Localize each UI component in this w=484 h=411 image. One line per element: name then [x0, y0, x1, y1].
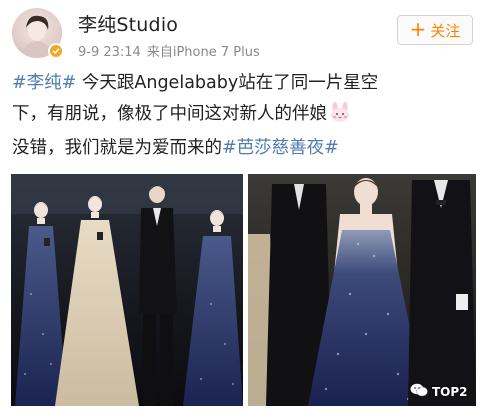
verified-badge-icon — [48, 43, 64, 59]
post-line-3: 没错，我们就是为爱而来的#芭莎慈善夜# — [12, 133, 480, 164]
watermark: TOP2 — [410, 383, 468, 400]
follow-label: 关注 — [430, 21, 461, 40]
post-photo-1[interactable] — [11, 174, 243, 406]
post-timestamp: 9-9 23:14 — [78, 45, 141, 60]
post-photo-2[interactable] — [248, 174, 476, 406]
post-source: 来自iPhone 7 Plus — [146, 45, 260, 60]
post-text-segment: 下，有朋说，像极了中间这对新人的伴娘 — [12, 104, 327, 124]
plus-icon: + — [409, 17, 427, 41]
post-meta: 9-9 23:14 来自iPhone 7 Plus — [78, 41, 260, 60]
post-text-segment: 没错，我们就是为爱而来的 — [12, 138, 222, 158]
wechat-icon — [410, 383, 428, 400]
post-header: 李纯Studio 9-9 23:14 来自iPhone 7 Plus + 关注 — [0, 0, 484, 66]
post-body: #李纯# 今天跟Angelababy站在了同一片星空 下，有朋说，像极了中间这对… — [12, 68, 480, 164]
follow-button[interactable]: + 关注 — [397, 15, 473, 45]
watermark-label: TOP2 — [432, 384, 468, 399]
post-line-2: 下，有朋说，像极了中间这对新人的伴娘 — [12, 99, 480, 133]
author-name[interactable]: 李纯Studio — [78, 10, 178, 37]
post-text-segment: 今天跟Angelababy站在了同一片星空 — [76, 73, 379, 93]
post-line-1: #李纯# 今天跟Angelababy站在了同一片星空 — [12, 68, 480, 99]
bunny-emoji-icon — [329, 102, 351, 133]
hashtag-bazaar-charity-night[interactable]: #芭莎慈善夜# — [222, 138, 339, 158]
hashtag-lichun[interactable]: #李纯# — [12, 73, 76, 93]
